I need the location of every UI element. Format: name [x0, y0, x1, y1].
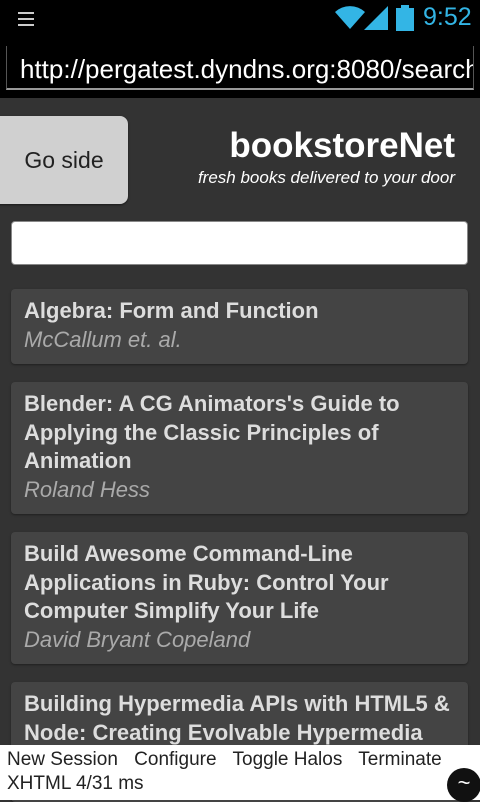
configure-link[interactable]: Configure: [134, 749, 216, 770]
book-item[interactable]: Algebra: Form and Function McCallum et. …: [11, 289, 468, 364]
book-item[interactable]: Build Awesome Command-Line Applications …: [11, 532, 468, 664]
book-title: Blender: A CG Animators's Guide to Apply…: [24, 391, 400, 473]
browser-toolbar: http://pergatest.dyndns.org:8080/search: [0, 38, 480, 98]
go-side-button[interactable]: Go side: [0, 116, 128, 204]
book-author: McCallum et. al.: [24, 326, 182, 352]
url-bar[interactable]: http://pergatest.dyndns.org:8080/search: [6, 46, 474, 90]
notification-icon: [18, 8, 34, 30]
battery-icon: [396, 5, 414, 31]
seaside-toolbar: New Session Configure Toggle Halos Termi…: [0, 745, 480, 800]
clock: 9:52: [423, 3, 472, 31]
book-title: Build Awesome Command-Line Applications …: [24, 541, 389, 623]
app-tagline: fresh books delivered to your door: [197, 168, 455, 187]
terminate-link[interactable]: Terminate: [358, 749, 441, 770]
book-author: Roland Hess: [24, 476, 150, 502]
tilde-icon[interactable]: ~: [447, 768, 480, 802]
render-stats: XHTML 4/31 ms: [7, 773, 144, 794]
toggle-halos-link[interactable]: Toggle Halos: [233, 749, 343, 770]
book-author: David Bryant Copeland: [24, 626, 251, 652]
status-bar: 9:52: [0, 0, 480, 38]
search-input[interactable]: [11, 221, 468, 265]
signal-icon: [364, 6, 388, 30]
app-title: bookstoreNet: [229, 126, 455, 165]
book-item[interactable]: Blender: A CG Animators's Guide to Apply…: [11, 382, 468, 514]
new-session-link[interactable]: New Session: [7, 749, 118, 770]
wifi-icon: [335, 6, 365, 29]
book-title: Building Hypermedia APIs with HTML5 & No…: [24, 691, 450, 745]
book-title: Algebra: Form and Function: [24, 298, 319, 323]
